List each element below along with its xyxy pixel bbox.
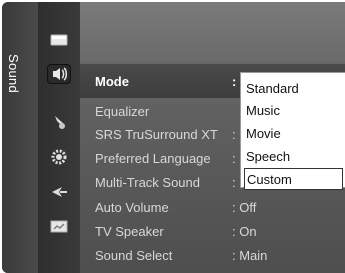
menu-item-label: SRS TruSurround XT (95, 126, 218, 142)
category-label: Sound (6, 54, 21, 94)
menu-item-value: : (232, 126, 236, 142)
menu-item-label: Equalizer (95, 103, 150, 119)
menu-item-value: : (232, 174, 236, 190)
menu-item-sound-select[interactable]: Sound Select : Main (80, 243, 345, 267)
dropdown-option-standard[interactable]: Standard (246, 77, 345, 99)
dropdown-option-movie[interactable]: Movie (246, 122, 345, 144)
dropdown-option-music[interactable]: Music (246, 99, 345, 121)
menu-item-label: Preferred Language (95, 150, 211, 166)
mode-dropdown-list: Standard Music Movie Speech Custom (240, 72, 345, 190)
menu-item-tv-speaker[interactable]: TV Speaker : On (80, 219, 345, 243)
category-icon-column (38, 2, 80, 273)
osd-panel: Sound Mode: Equalizer SRS TruSurround X… (2, 2, 345, 273)
menu-item-value: : (232, 150, 236, 166)
setup-icon[interactable] (47, 147, 71, 167)
menu-header-band (80, 2, 345, 62)
menu-item-value: : Off (232, 199, 257, 215)
menu-item-label: Sound Select (95, 247, 173, 263)
menu-item-value: : (232, 73, 237, 89)
application-icon[interactable] (47, 216, 71, 236)
sound-icon[interactable] (47, 64, 71, 84)
menu-item-value: : On (232, 223, 257, 239)
menu-item-label: Auto Volume (95, 199, 169, 215)
dropdown-option-speech[interactable]: Speech (246, 145, 345, 167)
menu-item-label: Multi-Track Sound (95, 174, 200, 190)
menu-item-label: Mode (95, 73, 129, 89)
picture-icon[interactable] (47, 30, 71, 50)
input-icon[interactable] (47, 182, 71, 202)
menu-item-label: TV Speaker (95, 223, 164, 239)
category-side-tab: Sound (2, 2, 38, 273)
channel-icon[interactable] (47, 112, 71, 132)
dropdown-option-custom[interactable]: Custom (244, 168, 343, 190)
menu-item-auto-volume[interactable]: Auto Volume : Off (80, 195, 345, 219)
tv-screen-frame: Sound Mode: Equalizer SRS TruSurround X… (0, 0, 345, 273)
menu-item-value: : Main (232, 247, 268, 263)
